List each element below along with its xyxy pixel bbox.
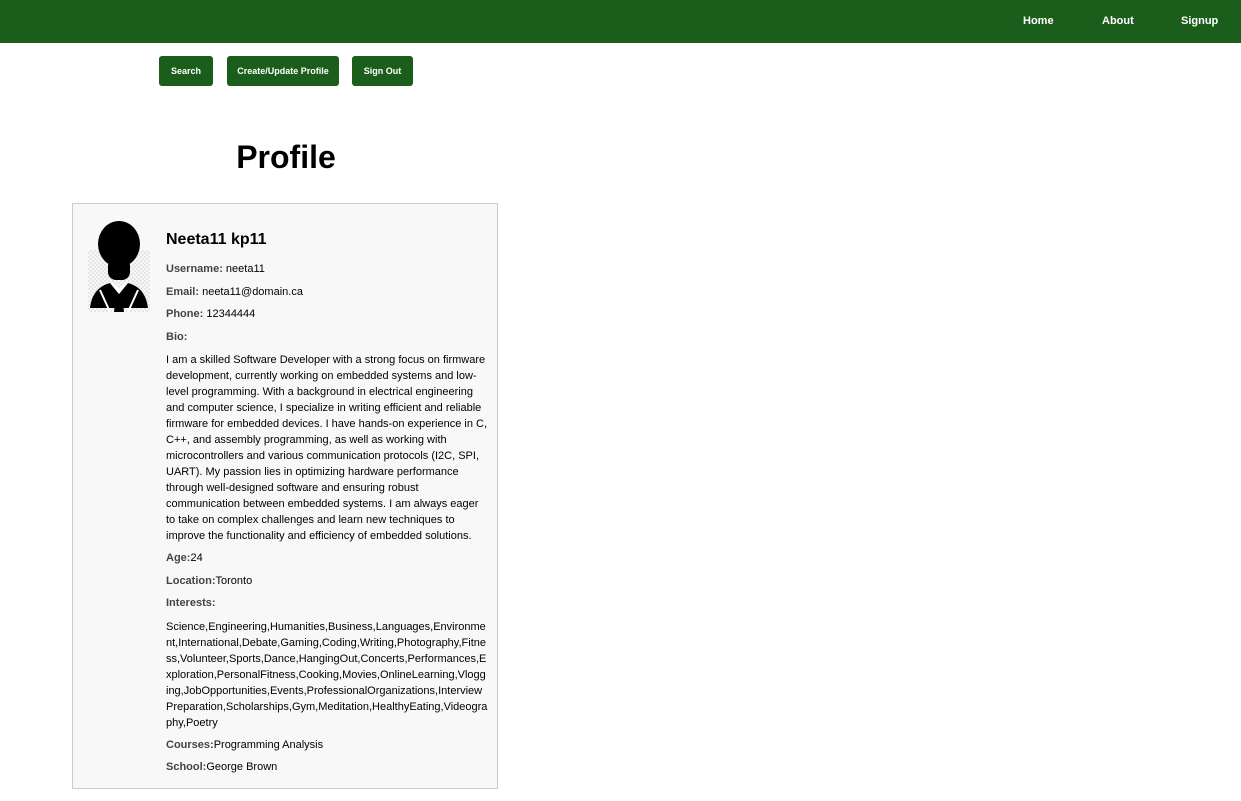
nav-signup-link[interactable]: Signup [1181,14,1218,28]
bio-label: Bio: [166,330,188,343]
profile-name: Neeta11 kp11 [166,231,267,248]
interests-text: Science,Engineering,Humanities,Business,… [166,620,488,729]
location-row: Location:Toronto [166,574,488,588]
location-value: Toronto [215,574,253,587]
phone-value: 12344444 [206,308,256,320]
email-label: Email: [166,285,200,298]
profile-info: Neeta11 kp11 Username: neeta11 Email: ne… [166,228,488,783]
age-value: 24 [190,552,203,564]
top-navbar: Home About Signup [0,0,1241,43]
interests-row: Interests: [166,596,488,610]
email-row: Email: neeta11@domain.ca [166,285,488,299]
interests-label: Interests: [166,597,216,609]
sign-out-button[interactable]: Sign Out [352,56,413,86]
avatar [88,220,150,314]
phone-row: Phone: 12344444 [166,307,488,321]
username-value: neeta11 [225,263,265,275]
page-title: Profile [236,139,336,175]
school-row: School:George Brown [166,760,488,774]
create-update-profile-button[interactable]: Create/Update Profile [227,56,339,86]
age-label: Age: [166,552,191,564]
school-value: George Brown [206,761,278,773]
phone-label: Phone: [166,308,204,320]
username-label: Username: [166,263,223,275]
email-value: neeta11@domain.ca [202,285,303,298]
location-label: Location: [166,574,216,587]
courses-row: Courses:Programming Analysis [166,738,488,752]
username-row: Username: neeta11 [166,262,488,276]
age-row: Age:24 [166,551,488,565]
courses-label: Courses: [166,738,214,751]
nav-home-link[interactable]: Home [1023,14,1054,28]
school-label: School: [166,761,207,773]
courses-value: Programming Analysis [213,738,324,751]
bio-text: I am a skilled Software Developer with a… [166,354,488,542]
profile-card: Neeta11 kp11 Username: neeta11 Email: ne… [72,203,498,789]
nav-about-link[interactable]: About [1102,14,1134,28]
user-silhouette-icon [88,221,150,313]
search-button[interactable]: Search [159,56,213,86]
bio-row: Bio: [166,330,488,344]
